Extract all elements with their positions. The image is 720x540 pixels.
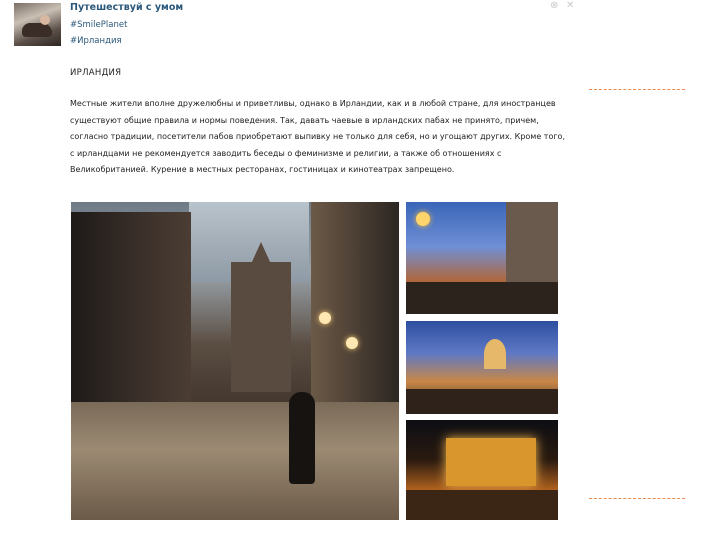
photo-spire [251, 242, 271, 264]
photo-road [406, 282, 558, 314]
group-name-link[interactable]: Путешествуй с умом [70, 2, 183, 13]
hashtag-smileplanet[interactable]: #SmilePlanet [70, 20, 127, 30]
group-avatar[interactable] [14, 3, 61, 46]
photo-person [289, 392, 315, 484]
avatar-figure [22, 23, 52, 37]
photo-lamp [346, 337, 358, 349]
options-icon[interactable]: ⊗ [550, 0, 558, 11]
photo-street-lamp [416, 212, 430, 226]
photo-city-dome[interactable] [406, 321, 558, 414]
photo-canal-evening[interactable] [406, 202, 558, 314]
photo-road [406, 389, 558, 414]
photo-street [71, 402, 399, 520]
photo-church [231, 262, 291, 392]
avatar-head [40, 15, 50, 25]
photo-dome [484, 339, 506, 369]
post-title: ИРЛАНДИЯ [70, 68, 122, 78]
sidebar-divider-top [589, 89, 685, 90]
hashtag-ireland[interactable]: #Ирландия [70, 36, 122, 46]
photo-ground [406, 490, 558, 520]
photo-pub [446, 438, 536, 486]
sidebar-divider-bottom [589, 498, 685, 499]
post-body: Местные жители вполне дружелюбны и приве… [70, 99, 565, 174]
photo-lamp [319, 312, 331, 324]
photo-dublin-street[interactable] [71, 202, 399, 520]
close-icon[interactable]: ✕ [566, 0, 574, 11]
photo-pub-night[interactable] [406, 420, 558, 520]
